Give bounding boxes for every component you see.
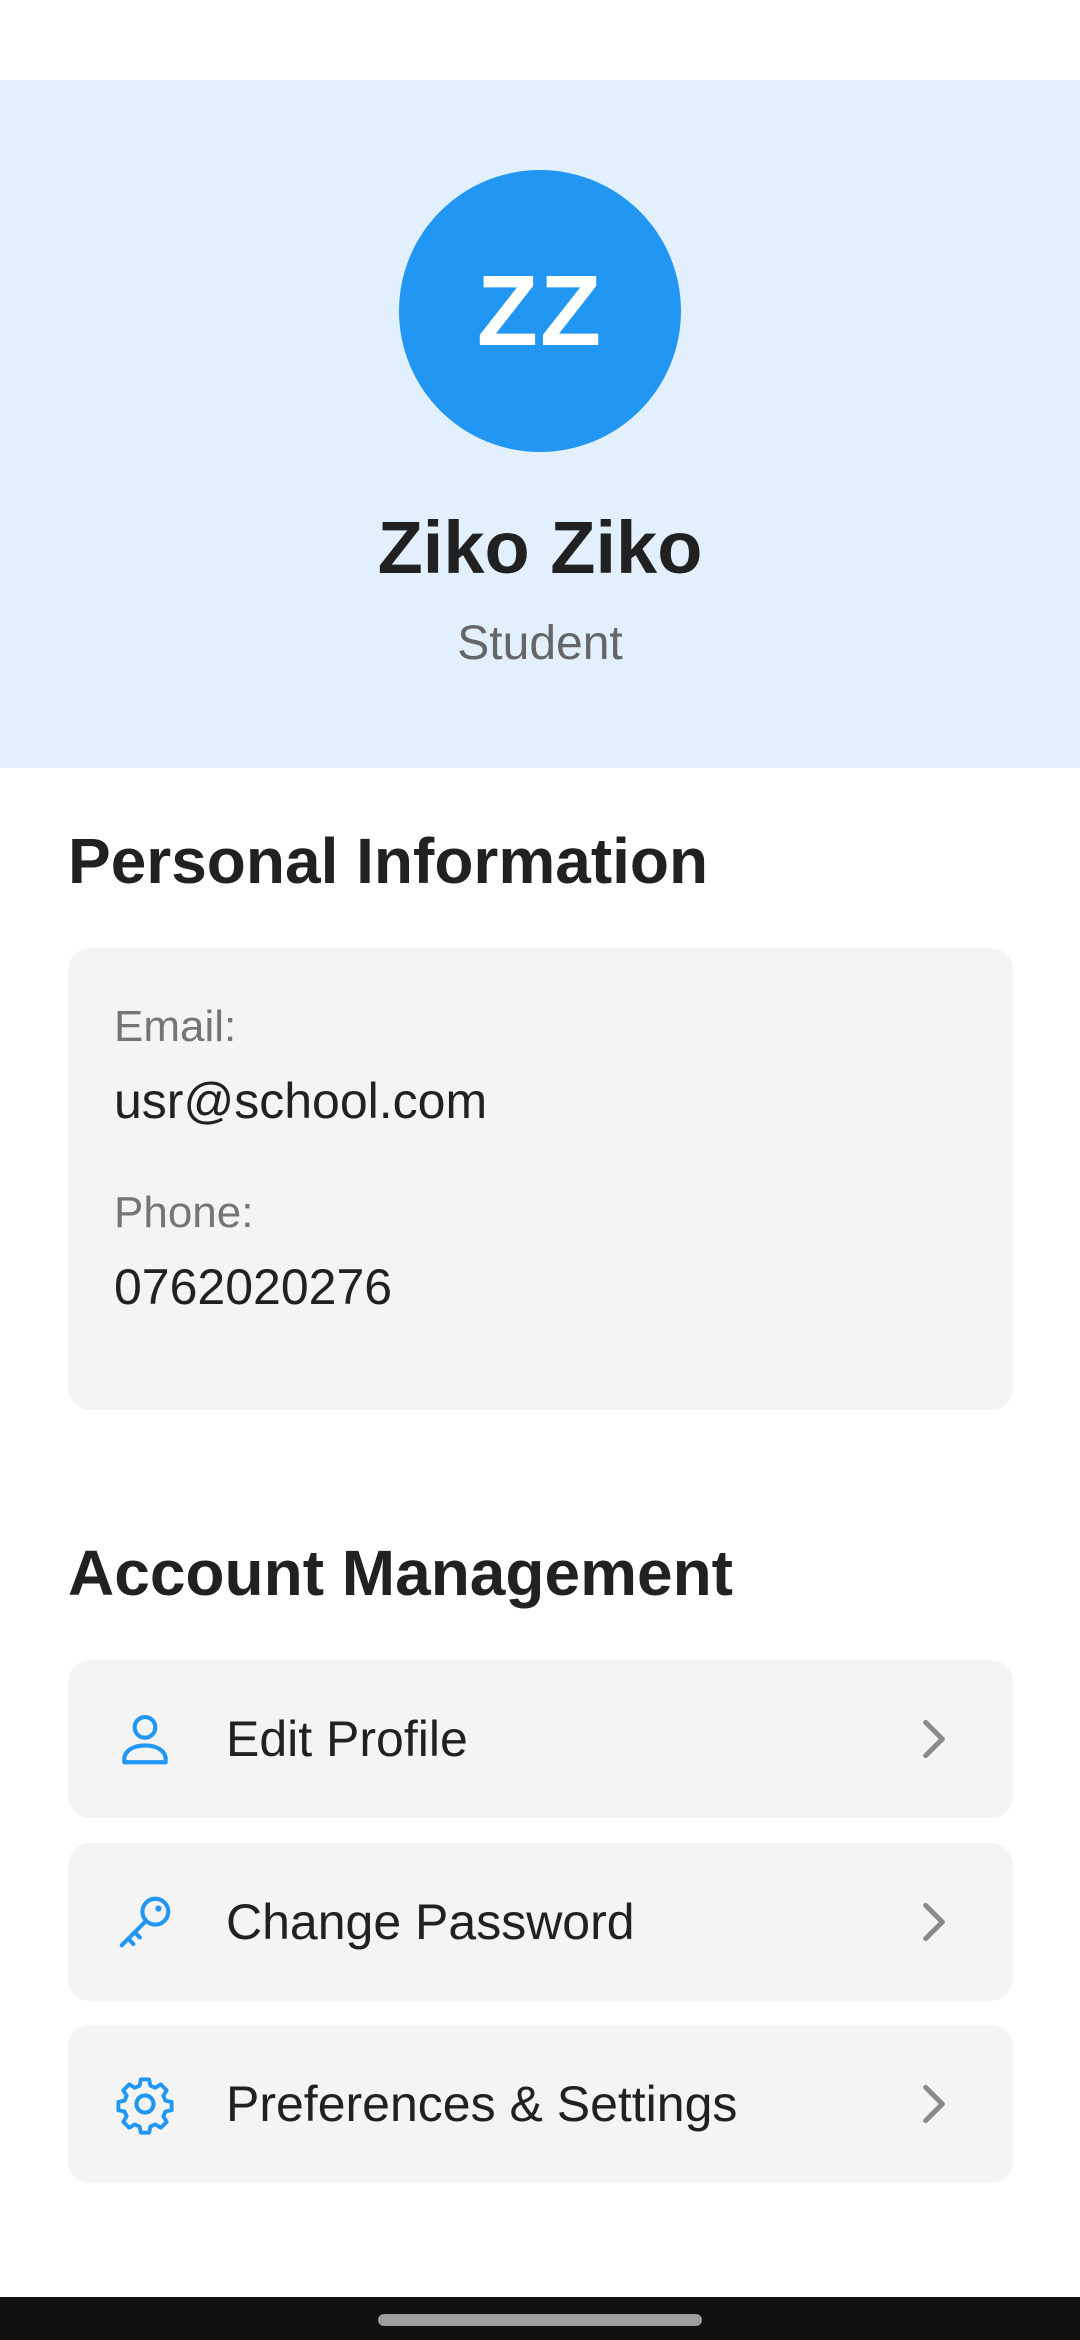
email-label: Email: <box>114 1002 237 1051</box>
chevron-right-icon <box>923 1719 945 1759</box>
user-role: Student <box>457 617 623 670</box>
preferences-settings-label: Preferences & Settings <box>226 2076 738 2132</box>
person-icon <box>122 1714 168 1765</box>
preferences-settings-button[interactable]: Preferences & Settings <box>68 2025 1013 2183</box>
avatar: ZZ <box>399 170 681 452</box>
chevron-right-icon <box>923 1902 945 1942</box>
email-value: usr@school.com <box>114 1073 488 1129</box>
home-indicator[interactable] <box>378 2314 702 2326</box>
key-icon <box>119 1896 171 1948</box>
status-bar-area <box>0 0 1080 80</box>
personal-info-card: Email: usr@school.com Phone: 0762020276 <box>68 948 1013 1410</box>
phone-value: 0762020276 <box>114 1259 393 1315</box>
personal-information-title: Personal Information <box>68 825 709 897</box>
account-management-title: Account Management <box>68 1537 733 1609</box>
gear-icon <box>116 2077 174 2135</box>
change-password-label: Change Password <box>226 1894 635 1950</box>
chevron-right-icon <box>923 2084 945 2124</box>
avatar-initials: ZZ <box>476 254 604 367</box>
edit-profile-label: Edit Profile <box>226 1711 468 1767</box>
change-password-button[interactable]: Change Password <box>68 1843 1013 2001</box>
user-name: Ziko Ziko <box>377 506 703 589</box>
phone-label: Phone: <box>114 1188 254 1237</box>
profile-screen: ZZ Ziko Ziko Student Personal Informatio… <box>0 0 1080 2340</box>
edit-profile-button[interactable]: Edit Profile <box>68 1660 1013 1818</box>
